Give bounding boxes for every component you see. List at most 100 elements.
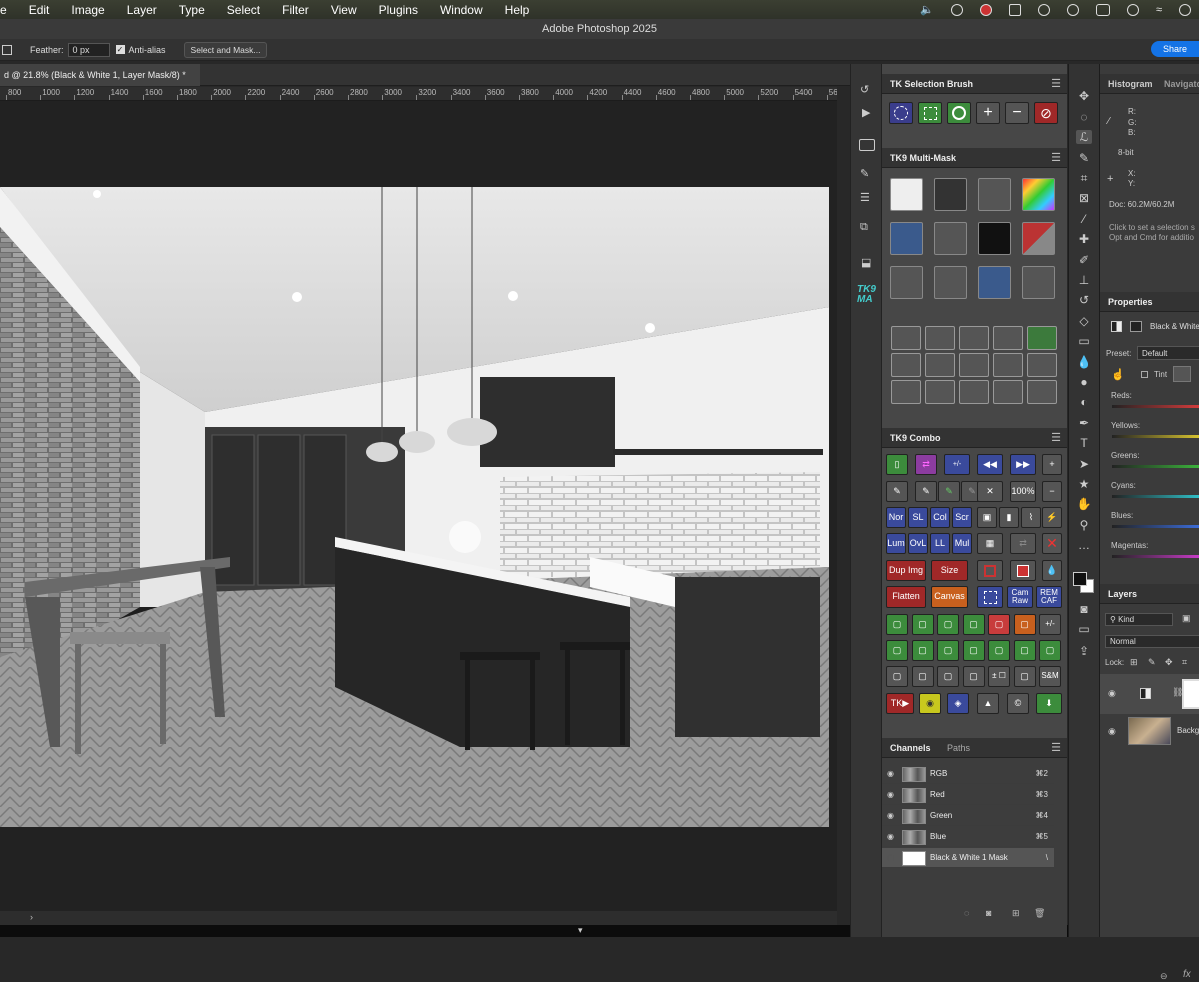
channel-row[interactable]: ◉ Blue ⌘5	[882, 827, 1054, 847]
camera-raw-button[interactable]: Cam Raw	[1007, 586, 1033, 608]
dodge-tool-icon[interactable]: ●	[1076, 375, 1092, 389]
channel-row[interactable]: ◉ RGB ⌘2	[882, 764, 1054, 784]
combo-tool-button[interactable]: ▢	[988, 614, 1010, 635]
channels-tab[interactable]: Channels	[890, 743, 931, 753]
link-layers-icon[interactable]: ⊖	[1160, 971, 1168, 982]
combo-tool-button[interactable]: S&M	[1039, 666, 1061, 687]
menu-window[interactable]: Window	[440, 3, 483, 17]
share-button[interactable]: Share	[1150, 41, 1199, 57]
wifi-icon[interactable]: ≈	[1156, 4, 1162, 16]
adjustments-icon[interactable]: ☰	[860, 191, 870, 204]
menu-partial[interactable]: e	[0, 3, 7, 17]
time-machine-icon[interactable]	[1126, 3, 1139, 16]
selection-mode-icon[interactable]	[2, 44, 12, 55]
blend-multiply-button[interactable]: Mul	[952, 533, 972, 554]
combo-tool-button[interactable]: ▢	[911, 666, 934, 687]
zoom-100-button[interactable]: 100%	[1010, 481, 1036, 502]
visibility-eye-icon[interactable]: ◉	[1108, 688, 1116, 699]
visibility-toggle-icon[interactable]: ▢	[887, 853, 896, 862]
history-icon[interactable]: ↺	[860, 83, 869, 96]
brush-tool-icon[interactable]: ✐	[1076, 253, 1092, 267]
rect-select-button[interactable]	[918, 102, 942, 124]
close-red-button[interactable]: ✕	[1042, 533, 1062, 554]
share-cloud-icon[interactable]: ⇪	[1076, 644, 1092, 658]
diagonal-mask-button[interactable]	[1022, 222, 1055, 255]
ellipse-select-button[interactable]	[889, 102, 913, 124]
tk9-ma-logo-icon[interactable]: TK9 MA	[857, 285, 876, 305]
half-square-button[interactable]	[959, 353, 989, 377]
fill-red-button[interactable]	[1010, 560, 1036, 581]
blur-tool-icon[interactable]: 💧	[1076, 355, 1092, 369]
portrait-mask-button[interactable]	[890, 222, 923, 255]
frame-x-button[interactable]	[925, 353, 955, 377]
new-doc-button[interactable]: ▯	[886, 454, 908, 475]
plugin-icon[interactable]: ⬓	[861, 256, 871, 269]
screen-mode-icon[interactable]: ▭	[1076, 622, 1092, 636]
feather-input[interactable]: 0 px	[67, 42, 110, 57]
histogram-tab[interactable]: Histogram	[1108, 79, 1153, 89]
swap-button[interactable]: ⇄	[915, 454, 937, 475]
circles-mask-button[interactable]	[1022, 266, 1055, 299]
lock-transparent-icon[interactable]: ⊞	[1130, 657, 1138, 668]
combo-tool-button[interactable]: ▢	[937, 640, 959, 661]
libraries-icon[interactable]: ⧉	[860, 221, 868, 234]
color-slider-track[interactable]	[1112, 525, 1199, 528]
copyright-button[interactable]: ©	[1007, 693, 1029, 714]
blend-luminosity-button[interactable]: Lum	[886, 533, 906, 554]
battery-icon[interactable]	[1095, 3, 1110, 16]
clear-button[interactable]: ⊘	[1034, 102, 1058, 124]
blend-normal-button[interactable]: Nor	[886, 507, 906, 528]
transfer-button[interactable]: ⇄	[1010, 533, 1036, 554]
lock-position-icon[interactable]: ✥	[1165, 657, 1173, 668]
stamp-tool-icon[interactable]: ⊥	[1076, 273, 1092, 287]
panel-menu-icon[interactable]: ☰	[1051, 148, 1061, 168]
flower-mask-button[interactable]	[978, 222, 1011, 255]
add-small-button[interactable]: +	[1042, 454, 1062, 475]
clip-button[interactable]: ⌇	[1021, 507, 1041, 528]
channel-row[interactable]: ◉ Green ⌘4	[882, 806, 1054, 826]
rgb-dots-button[interactable]	[959, 380, 989, 404]
lock-artboard-icon[interactable]: ⌗	[1182, 657, 1187, 668]
blend-color-button[interactable]: Col	[930, 507, 950, 528]
channel-dot-mask-button[interactable]	[890, 266, 923, 299]
control-center-icon[interactable]	[1179, 3, 1191, 16]
color-slider-track[interactable]	[1112, 405, 1199, 408]
forward-button[interactable]: ▶▶	[1010, 454, 1036, 475]
blend-softlight-button[interactable]: SL	[908, 507, 928, 528]
frame-tool-icon[interactable]: ⊠	[1076, 191, 1092, 205]
new-channel-icon[interactable]: ⊞	[1012, 908, 1020, 919]
visibility-eye-icon[interactable]: ◉	[887, 790, 896, 799]
combo-tool-button[interactable]: ▢	[988, 640, 1010, 661]
path-select-tool-icon[interactable]: ➤	[1076, 457, 1092, 471]
more-tools-icon[interactable]: …	[1076, 538, 1092, 552]
healing-tool-icon[interactable]: ✚	[1076, 232, 1092, 246]
color-toggle-button[interactable]: +/-	[944, 454, 970, 475]
panel-menu-icon[interactable]: ☰	[1051, 74, 1061, 94]
calculator-button[interactable]: ▦	[977, 533, 1003, 554]
crop-tool-icon[interactable]: ⌗	[1076, 171, 1092, 185]
foreground-color-swatch[interactable]	[1073, 572, 1087, 586]
select-and-mask-button[interactable]: Select and Mask...	[183, 41, 268, 58]
combo-tool-button[interactable]: ▢	[1013, 666, 1036, 687]
menu-view[interactable]: View	[331, 3, 357, 17]
actions-play-icon[interactable]: ▶	[862, 106, 870, 119]
combo-tool-button[interactable]: ▢	[1013, 614, 1036, 635]
blend-screen-button[interactable]: Scr	[952, 507, 972, 528]
menu-filter[interactable]: Filter	[282, 3, 309, 17]
photo-frame-button[interactable]: ▣	[977, 507, 997, 528]
play-icon[interactable]	[1066, 3, 1079, 16]
document-image[interactable]	[0, 187, 829, 827]
crop-red-button[interactable]	[977, 560, 1003, 581]
color-slider-track[interactable]	[1112, 465, 1199, 468]
pen-tool-icon[interactable]: ✒	[1076, 416, 1092, 430]
menu-type[interactable]: Type	[179, 3, 205, 17]
combo-tool-button[interactable]: ▢	[962, 666, 985, 687]
canvas-button[interactable]: Canvas	[931, 586, 968, 608]
layer-style-icon[interactable]: fx	[1183, 969, 1191, 980]
rem-caf-button[interactable]: REM CAF	[1036, 586, 1062, 608]
marquee-blue-button[interactable]	[977, 586, 1003, 608]
shape-tool-icon[interactable]: ★	[1076, 477, 1092, 491]
panel-menu-icon[interactable]: ☰	[1051, 428, 1061, 448]
brush-green-button[interactable]: ✎	[938, 481, 960, 502]
edit-dashed-mask-button[interactable]	[934, 266, 967, 299]
